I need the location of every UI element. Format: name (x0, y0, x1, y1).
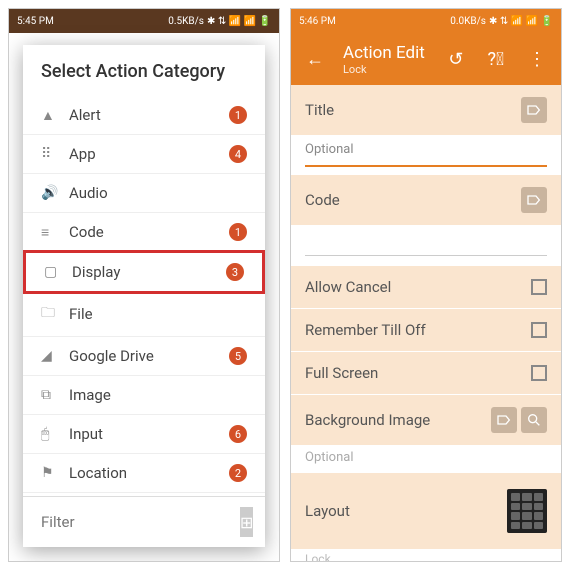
tag-icon[interactable] (491, 407, 517, 433)
tag-icon[interactable] (521, 187, 547, 213)
badge: 3 (226, 263, 244, 281)
appbar-titles: Action Edit Lock (343, 43, 429, 76)
category-icon: ⠿ (41, 146, 69, 162)
status-right: 0.5KB/s ✱ ⇅ 📶 📶 🔋 (168, 16, 271, 27)
content[interactable]: Title Optional Code Allow Cancel Remembe… (291, 85, 561, 562)
appbar-subtitle: Lock (343, 63, 429, 76)
title-input[interactable]: Optional (305, 136, 547, 167)
filter-input[interactable] (41, 513, 240, 531)
dialog-title: Select Action Category (23, 45, 265, 96)
category-label: Location (69, 464, 229, 482)
checkbox[interactable] (531, 322, 547, 338)
back-icon[interactable]: ← (301, 49, 329, 70)
section-layout[interactable]: Layout (291, 473, 561, 549)
category-icon: ⧉ (41, 387, 69, 403)
category-item-google-drive[interactable]: ◢Google Drive5 (23, 337, 265, 376)
status-right: 0.0KB/s ✱ ⇅ 📶 📶 🔋 (450, 16, 553, 27)
badge: 1 (229, 223, 247, 241)
category-icon: ▲ (41, 107, 69, 124)
phone-left: 5:45 PM 0.5KB/s ✱ ⇅ 📶 📶 🔋 Select Action … (8, 8, 280, 562)
section-title[interactable]: Title (291, 85, 561, 135)
undo-icon[interactable]: ↺ (443, 49, 468, 70)
status-bar: 5:46 PM 0.0KB/s ✱ ⇅ 📶 📶 🔋 (291, 9, 561, 33)
search-icon[interactable] (521, 407, 547, 433)
category-item-code[interactable]: ≡Code1 (23, 213, 265, 252)
category-icon: 🔊 (41, 185, 69, 201)
category-item-audio[interactable]: 🔊Audio (23, 174, 265, 213)
category-item-alert[interactable]: ▲Alert1 (23, 96, 265, 135)
appbar-title: Action Edit (343, 43, 429, 63)
time: 5:45 PM (17, 16, 54, 27)
section-code[interactable]: Code (291, 175, 561, 225)
category-icon: 🗀 (41, 302, 69, 326)
badge: 2 (229, 464, 247, 482)
section-remember[interactable]: Remember Till Off (291, 309, 561, 351)
category-item-image[interactable]: ⧉Image (23, 376, 265, 415)
category-label: File (69, 305, 247, 323)
grid-button[interactable]: ⊞ (240, 507, 253, 537)
badge: 1 (229, 106, 247, 124)
badge: 5 (229, 347, 247, 365)
category-icon: 🖱 (41, 426, 69, 442)
category-item-location[interactable]: ⚑Location2 (23, 454, 265, 493)
section-fullscreen[interactable]: Full Screen (291, 352, 561, 394)
category-label: Audio (69, 184, 247, 202)
category-icon: ≡ (41, 224, 69, 241)
checkbox[interactable] (531, 279, 547, 295)
section-allow-cancel[interactable]: Allow Cancel (291, 266, 561, 308)
badge: 6 (229, 425, 247, 443)
category-item-app[interactable]: ⠿App4 (23, 135, 265, 174)
more-icon[interactable]: ⋮ (523, 49, 551, 70)
app-bar: ← Action Edit Lock ↺ ?⃝ ⋮ (291, 33, 561, 85)
category-label: Display (72, 263, 226, 281)
category-label: Input (69, 425, 229, 443)
category-label: Google Drive (69, 347, 229, 365)
category-icon: ◢ (41, 348, 69, 364)
lock-label: Lock (291, 550, 561, 562)
section-bg-image[interactable]: Background Image (291, 395, 561, 445)
layout-preview[interactable] (507, 489, 547, 533)
help-icon[interactable]: ?⃝ (483, 49, 510, 70)
code-input[interactable] (305, 226, 547, 256)
checkbox[interactable] (531, 365, 547, 381)
category-icon: ⚑ (41, 465, 69, 481)
category-item-file[interactable]: 🗀File (23, 292, 265, 337)
category-item-input[interactable]: 🖱Input6 (23, 415, 265, 454)
time: 5:46 PM (299, 16, 336, 27)
category-label: App (69, 145, 229, 163)
category-dialog: Select Action Category ▲Alert1⠿App4🔊Audi… (23, 45, 265, 547)
category-list[interactable]: ▲Alert1⠿App4🔊Audio≡Code1▢Display3🗀File◢G… (23, 96, 265, 496)
status-bar: 5:45 PM 0.5KB/s ✱ ⇅ 📶 📶 🔋 (9, 9, 279, 33)
tag-icon[interactable] (521, 97, 547, 123)
bg-input[interactable]: Optional (291, 446, 561, 473)
badge: 4 (229, 145, 247, 163)
filter-row: ⊞ (23, 496, 265, 547)
category-label: Alert (69, 106, 229, 124)
phone-right: 5:46 PM 0.0KB/s ✱ ⇅ 📶 📶 🔋 ← Action Edit … (290, 8, 562, 562)
category-label: Code (69, 223, 229, 241)
category-item-display[interactable]: ▢Display3 (23, 250, 265, 294)
category-label: Image (69, 386, 247, 404)
category-icon: ▢ (44, 264, 72, 280)
